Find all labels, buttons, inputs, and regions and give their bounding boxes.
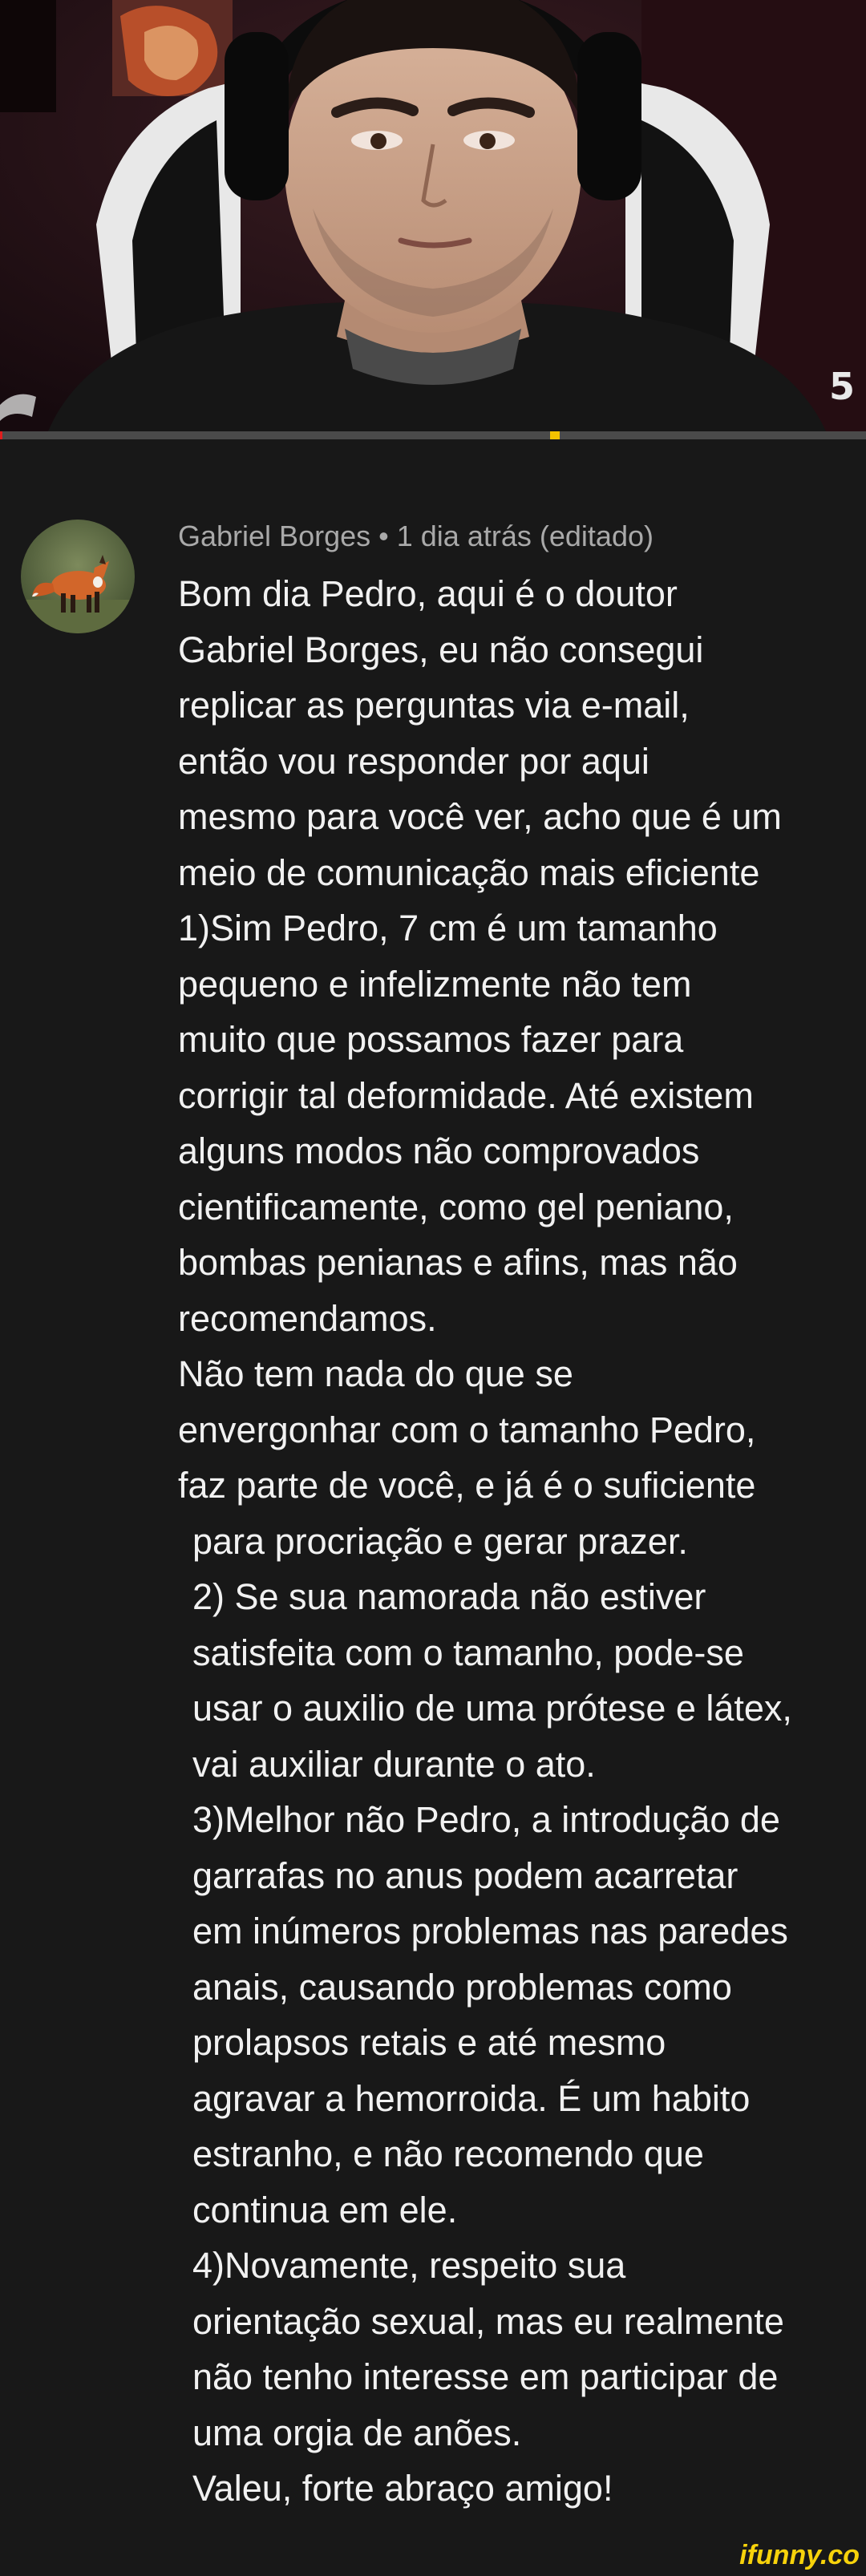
video-player[interactable]: 5	[0, 0, 866, 431]
comment-line: Não tem nada do que se	[178, 1353, 573, 1394]
comment-line: anais, causando problemas como	[192, 1966, 732, 2008]
comment-line: Gabriel Borges, eu não consegui	[178, 629, 704, 670]
comment-line: bombas penianas e afins, mas não	[178, 1242, 738, 1283]
comment-line: então vou responder por aqui	[178, 740, 650, 782]
comment-line: 4)Novamente, respeito sua	[192, 2245, 626, 2286]
comment-line: mesmo para você ver, acho que é um	[178, 796, 782, 837]
comment-line: envergonhar com o tamanho Pedro,	[178, 1409, 756, 1450]
comment-line: vai auxiliar durante o ato.	[192, 1743, 596, 1785]
comment-line: 3)Melhor não Pedro, a introdução de	[192, 1799, 780, 1840]
comment-author[interactable]: Gabriel Borges	[178, 520, 370, 552]
comment-line: satisfeita com o tamanho, pode-se	[192, 1632, 744, 1673]
comment-line: 1)Sim Pedro, 7 cm é um tamanho	[178, 908, 718, 948]
comment-line: alguns modos não comprovados	[178, 1130, 700, 1171]
comment-line: garrafas no anus podem acarretar	[192, 1854, 739, 1896]
comment-line: continua em ele.	[192, 2189, 458, 2230]
comment-line: faz parte de você, e já é o suficiente	[178, 1465, 756, 1506]
comment-line: em inúmeros problemas nas paredes	[192, 1911, 788, 1951]
fox-icon	[21, 520, 135, 633]
progress-ad-marker	[549, 431, 560, 439]
comment-line: para procriação e gerar prazer.	[192, 1520, 688, 1562]
comment-header: Gabriel Borges • 1 dia atrás (editado)	[178, 520, 654, 553]
comment-text: Bom dia Pedro, aqui é o doutor Gabriel B…	[178, 566, 819, 2517]
comment-line: não tenho interesse em participar de	[192, 2356, 779, 2397]
comment-line: usar o auxilio de uma prótese e látex,	[192, 1688, 792, 1729]
comment-line: replicar as perguntas via e-mail,	[178, 685, 690, 726]
header-separator: •	[378, 520, 389, 552]
comment-line: recomendamos.	[178, 1297, 437, 1339]
comment-line: prolapsos retais e até mesmo	[192, 2022, 666, 2063]
comment-line: 2) Se sua namorada não estiver	[192, 1576, 706, 1617]
video-frame	[0, 0, 866, 431]
comment-line: uma orgia de anões.	[192, 2412, 522, 2453]
comment-line: meio de comunicação mais eficiente	[178, 851, 760, 893]
comment-line: Bom dia Pedro, aqui é o doutor	[178, 573, 678, 614]
comment-time[interactable]: 1 dia atrás	[397, 520, 532, 552]
comment-line: estranho, e não recomendo que	[192, 2133, 704, 2174]
comment-edited-label: (editado)	[539, 520, 654, 552]
comment-line: corrigir tal deformidade. Até existem	[178, 1074, 754, 1116]
comment-line: cientificamente, como gel peniano,	[178, 1186, 734, 1227]
user-avatar[interactable]	[21, 520, 135, 633]
progress-played	[0, 431, 3, 439]
video-progress-bar[interactable]	[0, 431, 866, 439]
comment-section: Gabriel Borges • 1 dia atrás (editado) B…	[0, 439, 866, 2576]
comment-line: muito que possamos fazer para	[178, 1019, 684, 1060]
video-overlay-number: 5	[828, 365, 855, 408]
comment-line: pequeno e infelizmente não tem	[178, 963, 692, 1005]
comment-line: agravar a hemorroida. É um habito	[192, 2077, 751, 2119]
watermark-logo: ifunny.co	[739, 2540, 860, 2570]
comment-line: Valeu, forte abraço amigo!	[192, 2468, 613, 2509]
comment-line: orientação sexual, mas eu realmente	[192, 2300, 784, 2342]
